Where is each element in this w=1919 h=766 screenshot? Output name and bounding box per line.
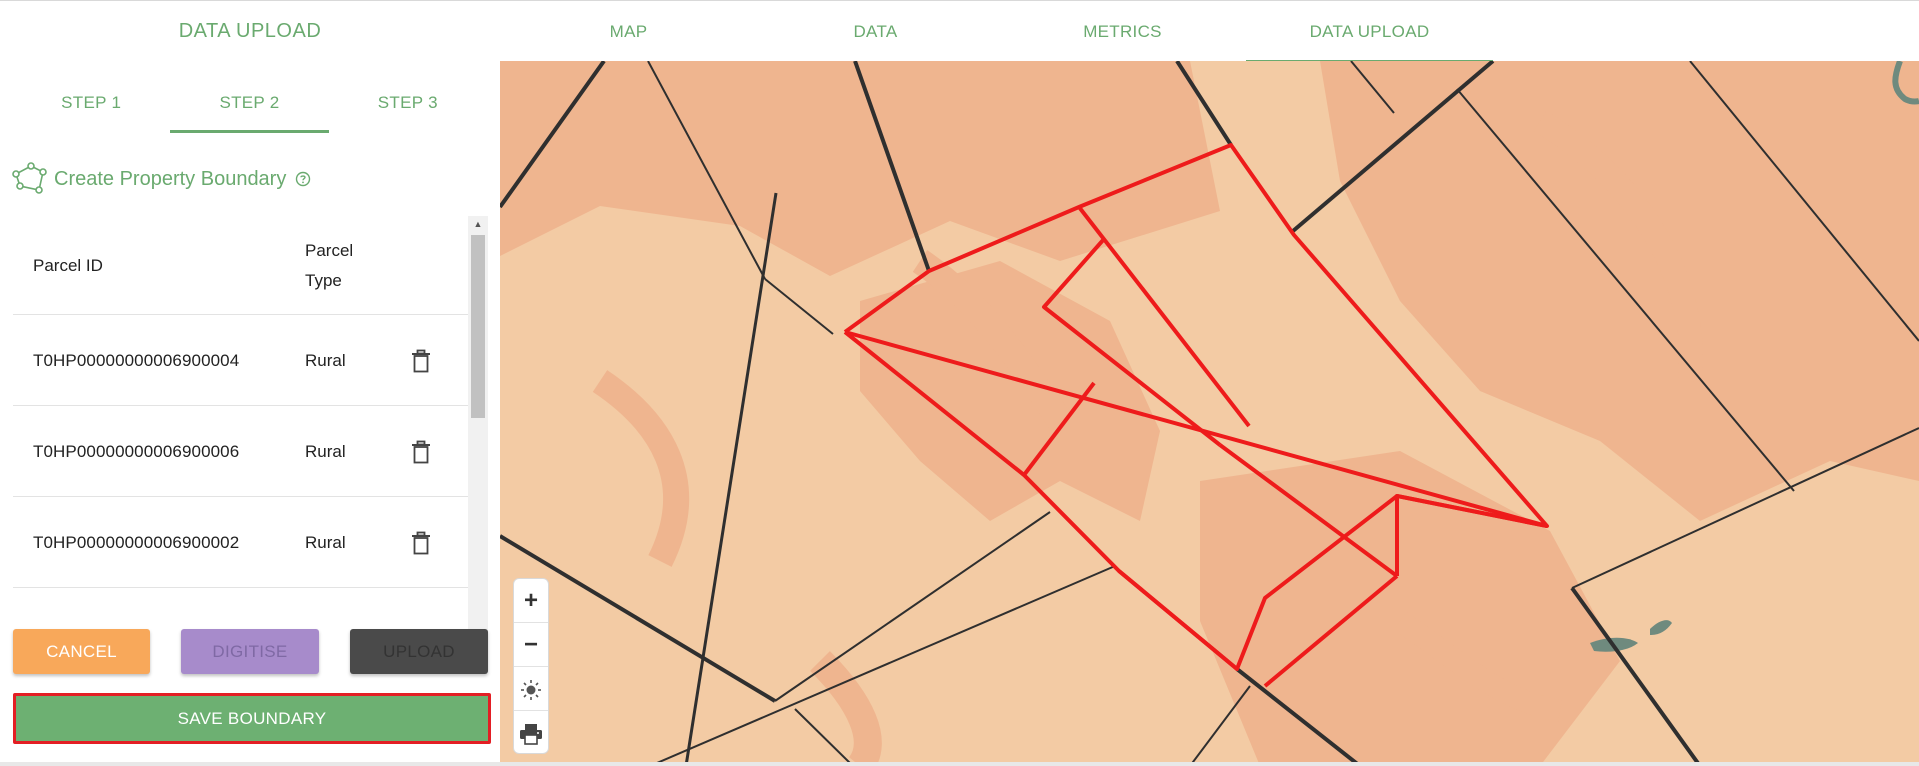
parcel-table-body: Parcel ID Parcel Type T0HP00000000006900…: [13, 216, 468, 641]
basemap-toggle-button[interactable]: [514, 667, 548, 711]
table-header: Parcel ID Parcel Type: [13, 216, 468, 315]
printer-icon: [520, 723, 542, 745]
step-tab-3[interactable]: STEP 3: [329, 61, 487, 133]
trash-icon[interactable]: [410, 440, 432, 464]
help-circle-icon[interactable]: [295, 171, 311, 187]
upload-panel: STEP 1 STEP 2 STEP 3 Create Property Bou…: [0, 61, 500, 766]
column-header-parcel-id: Parcel ID: [33, 256, 103, 275]
parcel-id-cell: T0HP00000000006900006: [33, 442, 240, 461]
parcel-type-cell: Rural: [305, 351, 346, 370]
table-scrollbar[interactable]: ▲ ▼: [468, 216, 488, 641]
map-canvas[interactable]: [500, 61, 1919, 766]
boundary-line: [774, 511, 1051, 702]
sun-icon: [521, 679, 541, 700]
digitise-button[interactable]: DIGITISE: [181, 629, 319, 674]
zoom-out-button[interactable]: −: [514, 623, 548, 667]
parcel-id-cell: T0HP00000000006900004: [33, 351, 240, 370]
boundary-line: [684, 192, 778, 766]
panel-title: DATA UPLOAD: [178, 20, 322, 42]
trash-icon[interactable]: [410, 349, 432, 373]
terrain-zone: [500, 61, 1220, 276]
app-root: DATA UPLOAD MAP DATA METRICS DATA UPLOAD…: [0, 0, 1919, 766]
parcel-type-cell: Rural: [305, 442, 346, 461]
scroll-thumb[interactable]: [471, 235, 485, 418]
section-header: Create Property Boundary: [12, 161, 311, 197]
top-header: DATA UPLOAD MAP DATA METRICS DATA UPLOAD: [0, 0, 1919, 62]
parcel-type-cell: Rural: [305, 533, 346, 552]
nav-tab-data[interactable]: DATA: [752, 1, 999, 62]
step-tab-1[interactable]: STEP 1: [12, 61, 170, 133]
boundary-line: [1189, 685, 1251, 766]
save-boundary-button[interactable]: SAVE BOUNDARY: [13, 693, 491, 744]
map-controls: + −: [513, 578, 549, 754]
section-title: Create Property Boundary: [54, 167, 287, 190]
nav-tab-map[interactable]: MAP: [505, 1, 752, 62]
cancel-button[interactable]: CANCEL: [13, 629, 150, 674]
water-body: [1650, 620, 1672, 635]
boundary-line: [794, 708, 854, 766]
table-row: T0HP00000000006900002 Rural: [13, 497, 468, 588]
terrain-band: [592, 370, 689, 567]
step-tabs: STEP 1 STEP 2 STEP 3: [12, 61, 487, 133]
boundary-line: [764, 278, 834, 335]
step-tab-2[interactable]: STEP 2: [170, 61, 329, 133]
parcel-id-cell: T0HP00000000006900002: [33, 533, 240, 552]
column-header-parcel-type: Parcel Type: [305, 241, 354, 290]
table-row: T0HP00000000006900006 Rural: [13, 406, 468, 497]
main-nav: MAP DATA METRICS DATA UPLOAD: [505, 1, 1493, 62]
scroll-up-arrow-icon[interactable]: ▲: [468, 216, 488, 233]
bottom-edge: [0, 762, 1919, 766]
terrain-zone: [860, 261, 1160, 521]
trash-icon[interactable]: [410, 531, 432, 555]
print-button[interactable]: [514, 711, 548, 755]
zoom-in-button[interactable]: +: [514, 579, 548, 623]
nav-tab-data-upload[interactable]: DATA UPLOAD: [1246, 1, 1493, 62]
terrain-band: [810, 651, 882, 766]
nav-tab-metrics[interactable]: METRICS: [999, 1, 1246, 62]
map-view[interactable]: + −: [500, 61, 1919, 766]
table-row: T0HP00000000006900004 Rural: [13, 315, 468, 406]
parcel-table: Parcel ID Parcel Type T0HP00000000006900…: [13, 216, 488, 641]
polygon-icon: [12, 162, 47, 194]
upload-button[interactable]: UPLOAD: [350, 629, 488, 674]
